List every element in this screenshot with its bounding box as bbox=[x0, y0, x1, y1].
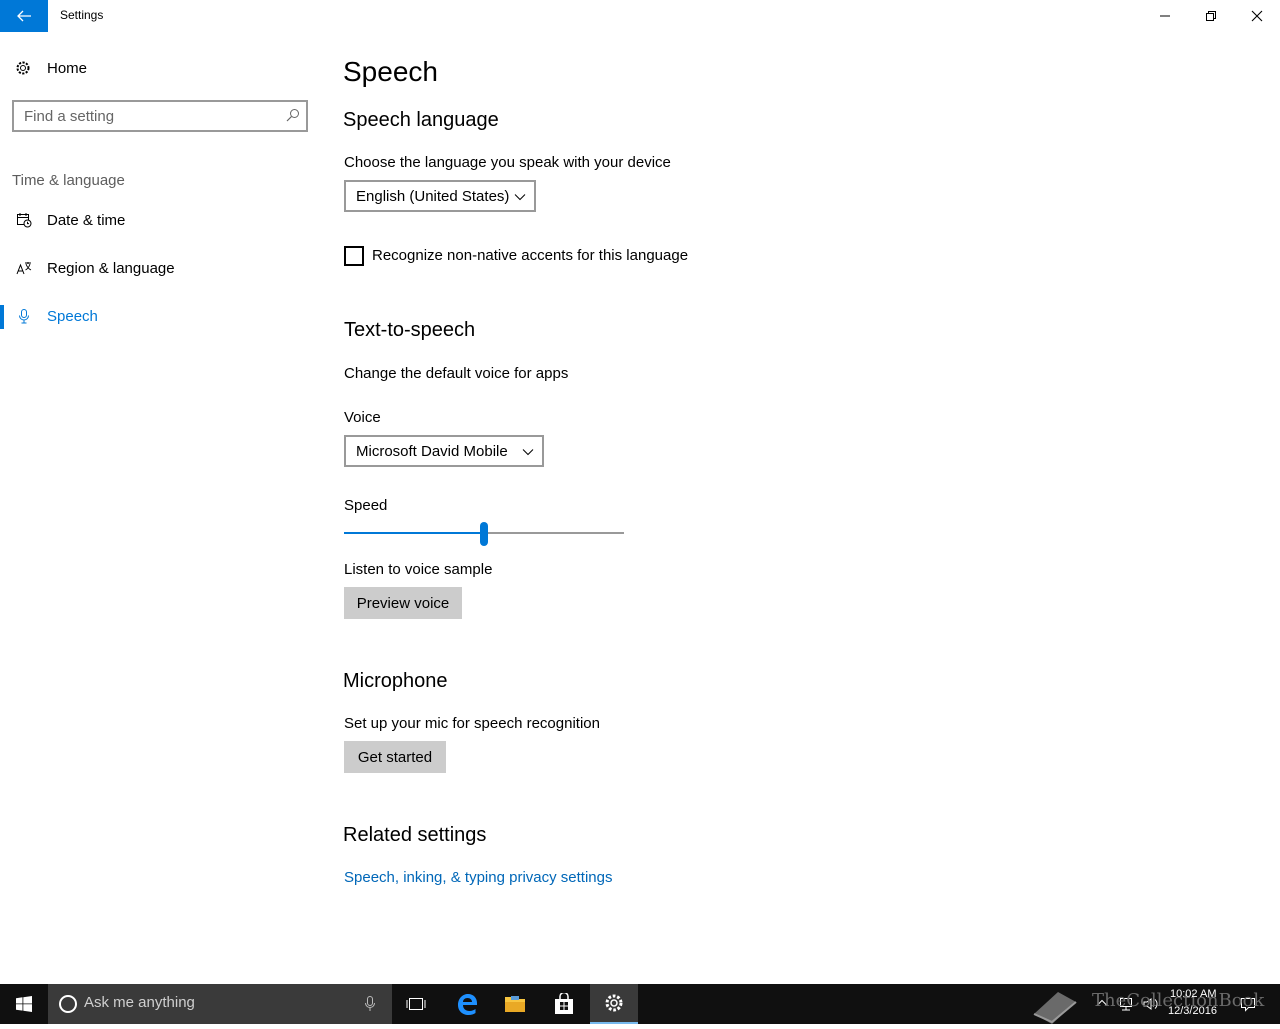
task-view-icon bbox=[406, 998, 426, 1010]
restore-icon bbox=[1206, 11, 1216, 21]
voice-label: Voice bbox=[344, 409, 381, 426]
sidebar-item-region-language[interactable]: Region & language bbox=[0, 246, 320, 290]
clock-date[interactable]: 12/3/2016 bbox=[1168, 1005, 1217, 1017]
taskbar: Ask me anything bbox=[0, 984, 1280, 1024]
microphone-icon bbox=[16, 308, 32, 324]
restore-button[interactable] bbox=[1188, 0, 1234, 32]
voice-dropdown-value: Microsoft David Mobile bbox=[356, 442, 508, 460]
sidebar-item-label: Speech bbox=[47, 307, 98, 325]
sidebar-item-home[interactable]: Home bbox=[0, 46, 320, 90]
search-icon[interactable] bbox=[286, 108, 300, 127]
edge-taskbar-button[interactable] bbox=[443, 984, 491, 1024]
minimize-button[interactable] bbox=[1142, 0, 1188, 32]
speech-language-description: Choose the language you speak with your … bbox=[344, 154, 671, 171]
store-taskbar-button[interactable] bbox=[540, 984, 588, 1024]
sidebar-item-label: Date & time bbox=[47, 211, 126, 229]
title-bar: Settings bbox=[0, 0, 1280, 32]
store-bag-icon bbox=[555, 993, 573, 1014]
speech-language-heading: Speech language bbox=[343, 109, 499, 131]
settings-taskbar-button[interactable] bbox=[590, 984, 638, 1024]
page-title: Speech bbox=[343, 56, 438, 87]
chevron-down-icon bbox=[522, 445, 534, 463]
non-native-accents-checkbox[interactable] bbox=[344, 246, 364, 266]
speed-slider-fill bbox=[344, 532, 484, 534]
speed-slider-thumb[interactable] bbox=[480, 522, 488, 546]
chevron-down-icon bbox=[514, 190, 526, 208]
sidebar-item-speech[interactable]: Speech bbox=[0, 294, 320, 338]
gear-icon bbox=[605, 994, 623, 1012]
related-settings-heading: Related settings bbox=[343, 824, 487, 846]
windows-logo-icon bbox=[16, 996, 32, 1012]
window-title: Settings bbox=[60, 8, 104, 22]
tts-description: Change the default voice for apps bbox=[344, 365, 569, 382]
checkbox-label: Recognize non-native accents for this la… bbox=[372, 247, 689, 264]
voice-dropdown[interactable]: Microsoft David Mobile bbox=[344, 435, 544, 467]
gear-icon bbox=[15, 60, 31, 76]
tts-heading: Text-to-speech bbox=[344, 319, 476, 341]
privacy-settings-link[interactable]: Speech, inking, & typing privacy setting… bbox=[344, 869, 612, 886]
sidebar-item-label: Home bbox=[47, 59, 88, 77]
cortana-placeholder: Ask me anything bbox=[84, 994, 195, 1011]
sidebar-item-date-time[interactable]: Date & time bbox=[0, 198, 320, 242]
watermark-book-icon bbox=[1030, 984, 1080, 1029]
language-dropdown[interactable]: English (United States) bbox=[344, 180, 536, 212]
folder-icon bbox=[505, 996, 525, 1012]
language-dropdown-value: English (United States) bbox=[356, 187, 510, 205]
calendar-clock-icon bbox=[16, 212, 32, 228]
back-arrow-icon bbox=[17, 10, 31, 22]
microphone-heading: Microphone bbox=[343, 670, 448, 692]
edge-browser-icon bbox=[458, 994, 477, 1015]
close-button[interactable] bbox=[1234, 0, 1280, 32]
speed-label: Speed bbox=[344, 497, 388, 514]
clock-time[interactable]: 10:02 AM bbox=[1170, 988, 1216, 1000]
back-button[interactable] bbox=[0, 0, 48, 32]
get-started-button[interactable]: Get started bbox=[344, 741, 446, 773]
search-input[interactable] bbox=[14, 102, 284, 130]
start-button[interactable] bbox=[0, 984, 48, 1024]
sidebar-item-label: Region & language bbox=[47, 259, 175, 277]
file-explorer-taskbar-button[interactable] bbox=[491, 984, 539, 1024]
task-view-button[interactable] bbox=[392, 984, 440, 1024]
close-icon bbox=[1251, 10, 1263, 22]
cortana-icon bbox=[59, 995, 77, 1013]
microphone-icon[interactable] bbox=[364, 996, 376, 1012]
sample-label: Listen to voice sample bbox=[344, 561, 493, 578]
minimize-icon bbox=[1160, 15, 1170, 17]
language-icon bbox=[16, 260, 32, 276]
cortana-search-box[interactable]: Ask me anything bbox=[48, 984, 392, 1024]
microphone-description: Set up your mic for speech recognition bbox=[344, 715, 600, 732]
preview-voice-button[interactable]: Preview voice bbox=[344, 587, 462, 619]
search-box[interactable] bbox=[12, 100, 308, 132]
sidebar-section-label: Time & language bbox=[12, 172, 125, 189]
